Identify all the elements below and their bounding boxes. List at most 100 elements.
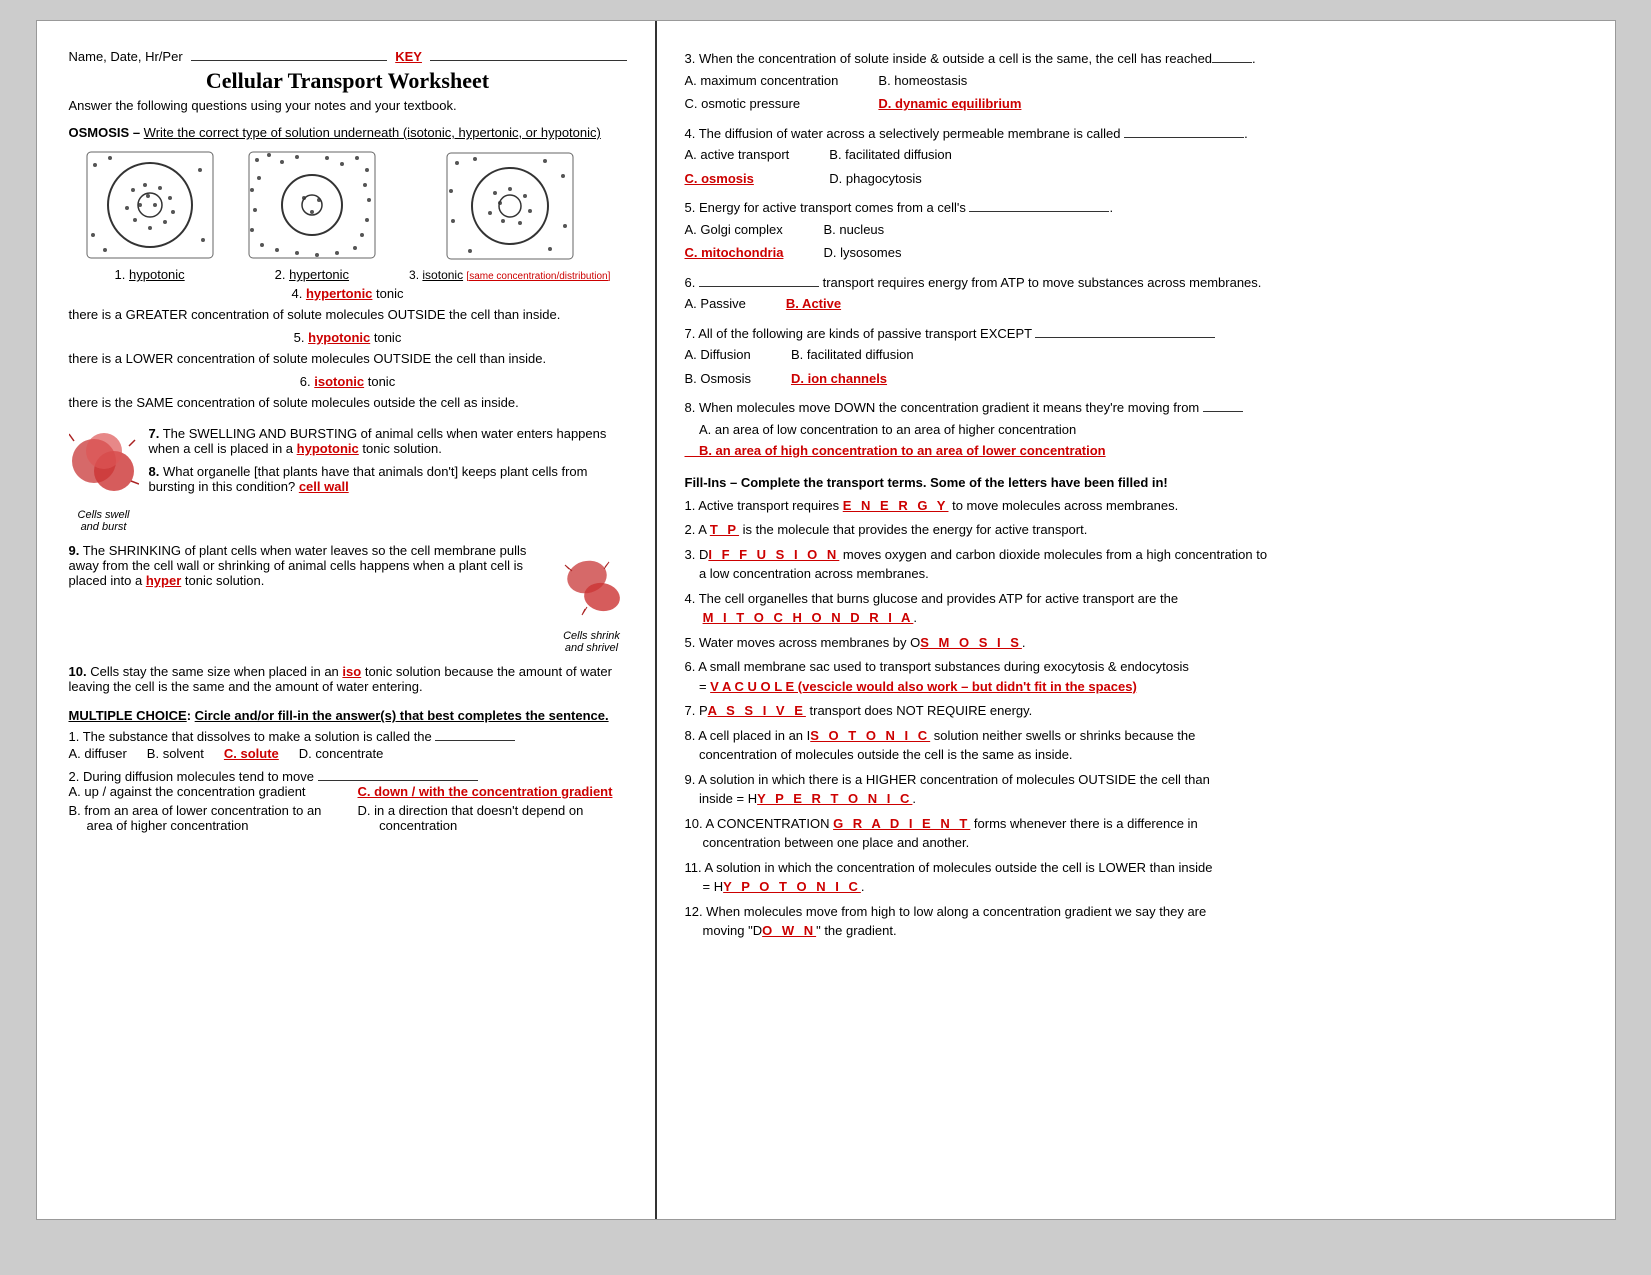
- rq4-a: A. active transport: [685, 145, 790, 165]
- rq4-blank: [1124, 137, 1244, 138]
- fill-4: 4. The cell organelles that burns glucos…: [685, 589, 1583, 628]
- rq5-left: A. Golgi complex C. mitochondria: [685, 220, 784, 263]
- rq6-text: 6. transport requires energy from ATP to…: [685, 273, 1583, 293]
- q4: 4. hypertonic tonic: [69, 286, 627, 301]
- rq3-a: A. maximum concentration: [685, 71, 839, 91]
- q6-detail: there is the SAME concentration of solut…: [69, 395, 627, 410]
- fill-8-answer: S O T O N I C: [810, 728, 930, 743]
- q9-number: 9.: [69, 543, 80, 558]
- rq6-blank: [699, 286, 819, 287]
- q10-answer: iso: [342, 664, 361, 679]
- rq5-c: C. mitochondria: [685, 243, 784, 263]
- fill-9-answer: Y P E R T O N I C: [757, 791, 912, 806]
- page-title: Cellular Transport Worksheet: [69, 68, 627, 94]
- mc-q2-right: C. down / with the concentration gradien…: [358, 784, 627, 833]
- rq8-text: 8. When molecules move DOWN the concentr…: [685, 398, 1583, 418]
- swell-label: Cells swelland burst: [69, 509, 139, 533]
- fill-6: 6. A small membrane sac used to transpor…: [685, 657, 1583, 696]
- right-column: 3. When the concentration of solute insi…: [657, 21, 1615, 1219]
- diagram-1-label: 1. hypotonic: [85, 267, 215, 282]
- rq5-blank: [969, 211, 1109, 212]
- isotonic-extra: [same concentration/distribution]: [466, 271, 610, 282]
- q7-number: 7.: [149, 426, 160, 441]
- rq5-d: D. lysosomes: [823, 243, 901, 263]
- osmosis-title: OSMOSIS – Write the correct type of solu…: [69, 125, 627, 140]
- rq6-right: B. Active: [786, 294, 841, 314]
- rq7-options: A. Diffusion B. Osmosis B. facilitated d…: [685, 345, 1583, 388]
- q6: 6. isotonic tonic: [69, 374, 627, 389]
- isotonic-svg: [445, 151, 575, 261]
- fill-5: 5. Water moves across membranes by OS M …: [685, 633, 1583, 653]
- rq3-d: D. dynamic equilibrium: [878, 94, 1021, 114]
- fill-2-answer: T P: [710, 522, 739, 537]
- rq6-options: A. Passive B. Active: [685, 294, 1583, 314]
- rq5-options: A. Golgi complex C. mitochondria B. nucl…: [685, 220, 1583, 263]
- q9-answer: hyper: [146, 573, 181, 588]
- rq5-text: 5. Energy for active transport comes fro…: [685, 198, 1583, 218]
- name-label: Name, Date, Hr/Per: [69, 49, 183, 64]
- diagram-3-label: 3. isotonic [same concentration/distribu…: [409, 268, 610, 282]
- rq5-a: A. Golgi complex: [685, 220, 784, 240]
- rq3: 3. When the concentration of solute insi…: [685, 49, 1583, 114]
- mc-q1-b: B. solvent: [147, 746, 204, 761]
- cells-swell-image: Cells swelland burst: [69, 426, 139, 533]
- left-column: Name, Date, Hr/Per KEY Cellular Transpor…: [37, 21, 657, 1219]
- mc-q2-options: A. up / against the concentration gradie…: [69, 784, 627, 833]
- mc-title: MULTIPLE CHOICE: Circle and/or fill-in t…: [69, 708, 627, 723]
- shrink-label: Cells shrinkand shrivel: [557, 630, 627, 654]
- fill-1: 1. Active transport requires E N E R G Y…: [685, 496, 1583, 516]
- q7-text: 7. The SWELLING AND BURSTING of animal c…: [69, 422, 627, 456]
- osmosis-instruction: Write the correct type of solution under…: [144, 125, 601, 140]
- diagram-hypotonic: 1. hypotonic: [85, 150, 215, 282]
- key-underline: [430, 60, 627, 61]
- diagram-hypertonic: 2. hypertonic: [247, 150, 377, 282]
- mc-q2-a: A. up / against the concentration gradie…: [69, 784, 338, 799]
- rq4-c: C. osmosis: [685, 169, 790, 189]
- fill-2: 2. A T P is the molecule that provides t…: [685, 520, 1583, 540]
- rq4-d: D. phagocytosis: [829, 169, 952, 189]
- hypotonic-svg: [85, 150, 215, 260]
- rq8-a: A. an area of low concentration to an ar…: [685, 420, 1583, 440]
- rq5-right: B. nucleus D. lysosomes: [823, 220, 901, 263]
- mc-q2-b: B. from an area of lower concentration t…: [69, 803, 338, 833]
- rq8-b: B. an area of high concentration to an a…: [685, 441, 1583, 461]
- rq7-left: A. Diffusion B. Osmosis: [685, 345, 751, 388]
- rq4-left: A. active transport C. osmosis: [685, 145, 790, 188]
- rq4-b: B. facilitated diffusion: [829, 145, 952, 165]
- mc-section: MULTIPLE CHOICE: Circle and/or fill-in t…: [69, 708, 627, 833]
- fill-3-answer: I F F U S I O N: [708, 547, 839, 562]
- swell-svg: [69, 426, 139, 506]
- rq4: 4. The diffusion of water across a selec…: [685, 124, 1583, 189]
- fill-ins-title: Fill-Ins – Complete the transport terms.…: [685, 475, 1583, 490]
- mc-q2-left: A. up / against the concentration gradie…: [69, 784, 338, 833]
- rq7-d: D. ion channels: [791, 369, 914, 389]
- fill-5-answer: S M O S I S: [920, 635, 1022, 650]
- q9-section: Cells shrinkand shrivel 9. The SHRINKING…: [69, 543, 627, 654]
- fill-6-answer: V A C U O L E (vescicle would also work …: [710, 679, 1137, 694]
- q10-text: 10. Cells stay the same size when placed…: [69, 664, 627, 694]
- rq3-left: A. maximum concentration C. osmotic pres…: [685, 71, 839, 114]
- mc-q1-text: 1. The substance that dissolves to make …: [69, 729, 627, 744]
- fill-4-answer: M I T O C H O N D R I A: [703, 610, 914, 625]
- mc-q1-options: A. diffuser B. solvent C. solute D. conc…: [69, 746, 627, 761]
- q7-answer: hypotonic: [297, 441, 359, 456]
- fill-12-answer: O W N: [762, 923, 816, 938]
- osmosis-diagrams: 1. hypotonic: [69, 150, 627, 282]
- q5: 5. hypotonic tonic: [69, 330, 627, 345]
- osmosis-heading: OSMOSIS –: [69, 125, 141, 140]
- fill-10-answer: G R A D I E N T: [833, 816, 970, 831]
- rq7-b: B. Osmosis: [685, 369, 751, 389]
- mc-q1: 1. The substance that dissolves to make …: [69, 729, 627, 761]
- rq4-options: A. active transport C. osmosis B. facili…: [685, 145, 1583, 188]
- fill-1-answer: E N E R G Y: [843, 498, 949, 513]
- rq3-c: C. osmotic pressure: [685, 94, 839, 114]
- fill-8: 8. A cell placed in an IS O T O N I C so…: [685, 726, 1583, 765]
- q9-text: 9. The SHRINKING of plant cells when wat…: [69, 543, 627, 588]
- rq3-options: A. maximum concentration C. osmotic pres…: [685, 71, 1583, 114]
- fill-11-answer: Y P O T O N I C: [723, 879, 861, 894]
- diagram-2-label: 2. hypertonic: [247, 267, 377, 282]
- rq3-b: B. homeostasis: [878, 71, 1021, 91]
- rq8-blank: [1203, 411, 1243, 412]
- rq6: 6. transport requires energy from ATP to…: [685, 273, 1583, 314]
- hypertonic-svg: [247, 150, 377, 260]
